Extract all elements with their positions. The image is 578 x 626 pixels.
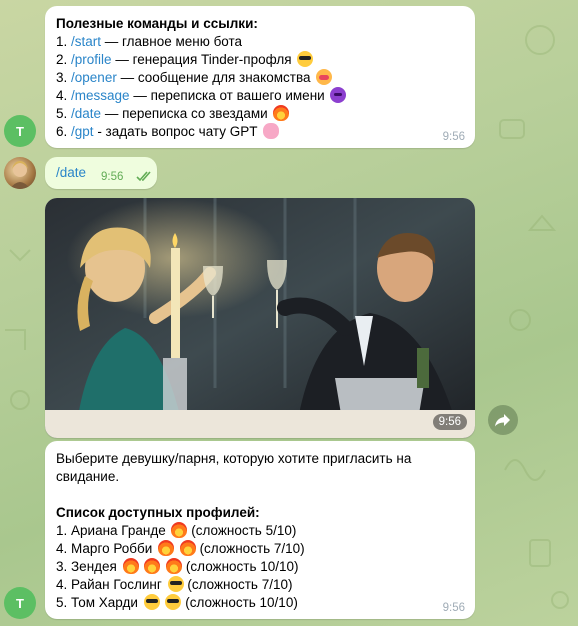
profile-difficulty: (сложность 5/10) <box>191 523 297 538</box>
command-number: 2. <box>56 52 68 67</box>
commands-title: Полезные команды и ссылки: <box>56 16 258 31</box>
command-link[interactable]: /message <box>71 88 130 103</box>
profile-list-item: 4. Райан Гослинг (сложность 7/10) <box>56 576 456 594</box>
profiles-list-title: Список доступных профилей: <box>56 505 260 520</box>
smiling-devil-emoji-icon <box>330 87 347 103</box>
bot-avatar-letter: T <box>16 595 24 611</box>
user-avatar-photo <box>10 161 30 189</box>
command-number: 3. <box>56 70 68 85</box>
fire-emoji-icon <box>144 558 161 574</box>
profile-name: Зендея <box>71 559 117 574</box>
command-list-item: 6. /gpt - задать вопрос чату GPT <box>56 123 346 141</box>
fire-emoji-icon <box>158 540 175 556</box>
profile-number: 5. <box>56 595 68 610</box>
command-link[interactable]: /gpt <box>71 124 94 139</box>
forward-arrow-icon <box>495 414 510 427</box>
profile-list-item: 4. Марго Робби (сложность 7/10) <box>56 540 456 558</box>
command-description: — переписка со звездами <box>101 106 268 121</box>
profile-name: Том Харди <box>71 595 138 610</box>
message-time: 9:56 <box>101 171 124 183</box>
command-description: — генерация Tinder-профля <box>111 52 292 67</box>
profile-name: Райан Гослинг <box>71 577 162 592</box>
brain-emoji-icon <box>263 123 280 139</box>
commands-message-bubble[interactable]: Полезные команды и ссылки: 1. /start — г… <box>45 6 475 148</box>
command-link[interactable]: /profile <box>71 52 112 67</box>
smiling-face-with-sunglasses-emoji-icon <box>165 594 182 610</box>
smiling-face-with-hearts-emoji-icon <box>316 69 333 85</box>
command-number: 4. <box>56 88 68 103</box>
fire-emoji-icon <box>179 540 196 556</box>
command-number: 1. <box>56 34 68 49</box>
command-description: — главное меню бота <box>101 34 243 49</box>
commands-list: 1. /start — главное меню бота 2. /profile… <box>56 33 347 141</box>
message-time: 9:56 <box>442 131 465 143</box>
fire-emoji-icon <box>171 522 188 538</box>
profile-number: 1. <box>56 523 68 538</box>
user-date-message-bubble[interactable]: /date 9:56 <box>45 157 157 189</box>
profile-number: 3. <box>56 559 68 574</box>
photo-message-bubble[interactable]: 9:56 <box>45 198 475 438</box>
message-time: 9:56 <box>438 416 461 428</box>
command-link[interactable]: /date <box>71 106 101 121</box>
dinner-date-photo[interactable] <box>45 198 475 438</box>
smiling-face-with-sunglasses-emoji-icon <box>167 576 184 592</box>
smiling-face-with-sunglasses-emoji-icon <box>143 594 160 610</box>
command-link[interactable]: /start <box>71 34 101 49</box>
forward-button[interactable] <box>488 405 518 435</box>
profile-difficulty: (сложность 7/10) <box>187 577 293 592</box>
double-check-icon <box>136 171 151 182</box>
profile-number: 4. <box>56 577 68 592</box>
command-description: — сообщение для знакомства <box>116 70 311 85</box>
command-list-item: 2. /profile — генерация Tinder-профля <box>56 51 346 69</box>
bot-avatar[interactable]: T <box>4 115 36 147</box>
command-number: 5. <box>56 106 68 121</box>
command-link[interactable]: /opener <box>71 70 117 85</box>
command-list-item: 1. /start — главное меню бота <box>56 33 346 51</box>
bot-avatar-letter: T <box>16 123 24 139</box>
profile-list-item: 5. Том Харди (сложность 10/10) <box>56 594 456 612</box>
profile-name: Ариана Гранде <box>71 523 166 538</box>
smiling-face-with-sunglasses-emoji-icon <box>297 51 314 67</box>
photo-time-badge: 9:56 <box>432 414 467 430</box>
profile-difficulty: (сложность 10/10) <box>185 559 299 574</box>
profile-number: 4. <box>56 541 68 556</box>
fire-emoji-icon <box>122 558 139 574</box>
profile-name: Марго Робби <box>71 541 153 556</box>
profile-list-item: 3. Зендея (сложность 10/10) <box>56 558 456 576</box>
fire-emoji-icon <box>273 105 290 121</box>
profile-difficulty: (сложность 10/10) <box>185 595 298 610</box>
profile-list-item: 1. Ариана Гранде (сложность 5/10) <box>56 522 456 540</box>
fire-emoji-icon <box>166 558 183 574</box>
command-description: - задать вопрос чату GPT <box>93 124 258 139</box>
profiles-intro: Выберите девушку/парня, которую хотите п… <box>56 451 412 484</box>
command-number: 6. <box>56 124 68 139</box>
bot-avatar[interactable]: T <box>4 587 36 619</box>
command-description: — переписка от вашего имени <box>129 88 325 103</box>
message-time: 9:56 <box>442 602 465 614</box>
user-avatar[interactable] <box>4 157 36 189</box>
command-list-item: 3. /opener — сообщение для знакомства <box>56 69 346 87</box>
profiles-list: 1. Ариана Гранде (сложность 5/10) 4. Марг… <box>56 522 456 612</box>
user-date-command-link[interactable]: /date <box>56 165 86 180</box>
command-list-item: 4. /message — переписка от вашего имени <box>56 87 347 105</box>
profiles-message-bubble[interactable]: Выберите девушку/парня, которую хотите п… <box>45 441 475 619</box>
command-list-item: 5. /date — переписка со звездами <box>56 105 346 123</box>
profile-difficulty: (сложность 7/10) <box>199 541 305 556</box>
